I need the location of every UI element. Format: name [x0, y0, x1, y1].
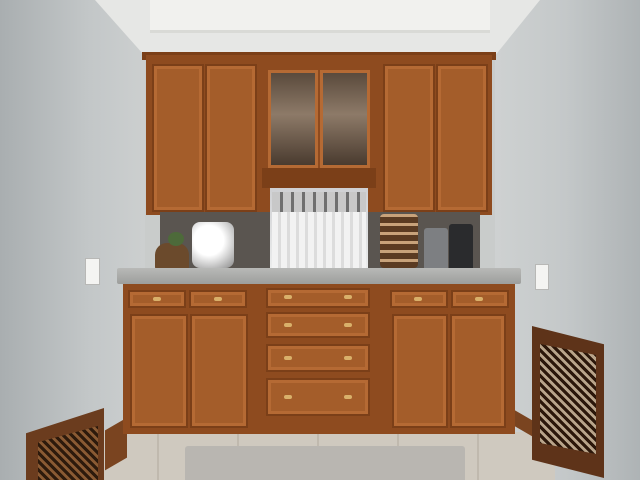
right-vent-grill — [540, 344, 596, 454]
tray-ceiling — [150, 0, 490, 33]
upper-cabinet-door-4 — [436, 64, 488, 212]
drawer-pull — [475, 297, 483, 301]
center-drawer-4 — [266, 378, 370, 416]
drawer-pull — [344, 295, 352, 299]
drawer-pull — [214, 297, 222, 301]
granite-countertop — [117, 268, 521, 284]
upper-cabinet-door-1 — [152, 64, 204, 212]
curtain-valance — [272, 192, 366, 212]
lower-door-1 — [130, 314, 188, 428]
drawer-pull — [284, 395, 292, 399]
drawer-pull — [284, 356, 292, 360]
drawer-pull — [414, 297, 422, 301]
lower-door-4 — [450, 314, 506, 428]
coffee-pod-carousel — [380, 214, 418, 268]
lower-door-2 — [190, 314, 248, 428]
floor-rug — [185, 446, 465, 480]
light-switch-icon — [85, 258, 100, 285]
photo-scene — [0, 0, 640, 480]
drawer-pull — [284, 323, 292, 327]
elephant-figurine — [155, 243, 189, 271]
window-curtain — [272, 212, 366, 268]
upper-cabinet-door-2 — [205, 64, 257, 212]
drawer-pull — [344, 323, 352, 327]
small-plant — [168, 232, 184, 246]
glass-cabinet-door-left — [268, 70, 318, 168]
drawer-pull — [344, 395, 352, 399]
cabinet-valance — [262, 168, 376, 188]
coffee-maker — [449, 224, 473, 272]
center-drawer-2 — [266, 312, 370, 338]
center-drawer-3 — [266, 344, 370, 372]
drawer-pull — [344, 356, 352, 360]
drawer-pull — [284, 295, 292, 299]
lower-door-3 — [392, 314, 448, 428]
upper-cabinet-door-3 — [383, 64, 435, 212]
glass-cabinet-door-right — [320, 70, 370, 168]
espresso-machine — [424, 228, 448, 272]
center-drawer-1 — [266, 288, 370, 308]
drawer-pull — [153, 297, 161, 301]
outlet-icon — [535, 264, 549, 290]
mug-tree — [192, 222, 234, 268]
